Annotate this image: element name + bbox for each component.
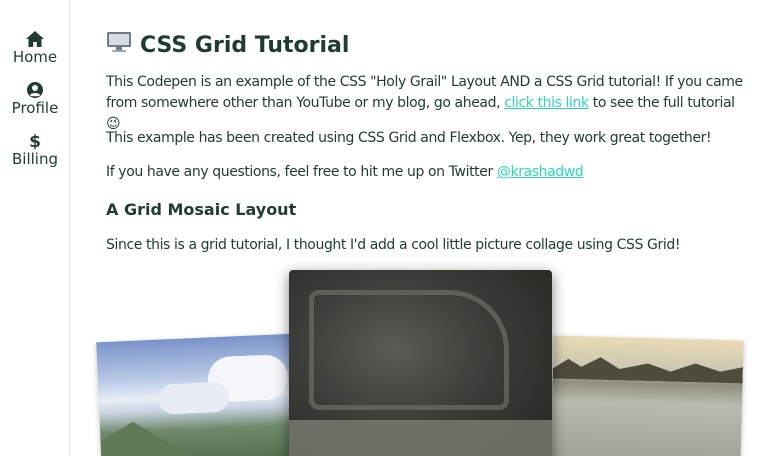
sidebar-item-label: Home (12, 48, 58, 66)
page-title: CSS Grid Tutorial (106, 30, 349, 60)
monitor-icon (106, 30, 132, 60)
twitter-text: If you have any questions, feel free to … (106, 164, 497, 180)
twitter-link[interactable]: @krashadwd (497, 164, 584, 180)
sidebar-item-label: Billing (12, 150, 58, 168)
field-photo (550, 335, 744, 456)
sidebar-item-billing[interactable]: $ Billing (0, 132, 70, 168)
sidebar: Home Profile $ Billing (0, 0, 70, 456)
twitter-paragraph: If you have any questions, feel free to … (106, 162, 746, 183)
sidebar-item-home[interactable]: Home (0, 30, 70, 66)
dollar-icon: $ (29, 132, 41, 150)
intro-paragraph: This Codepen is an example of the CSS "H… (106, 72, 746, 135)
sidebar-item-label: Profile (11, 99, 59, 117)
section-heading: A Grid Mosaic Layout (106, 200, 297, 219)
mountain-photo (96, 333, 298, 456)
svg-text:$: $ (29, 132, 41, 150)
car-photo (289, 270, 552, 456)
section-paragraph: Since this is a grid tutorial, I thought… (106, 237, 681, 253)
tutorial-link[interactable]: click this link (504, 95, 589, 111)
user-circle-icon (27, 82, 43, 98)
home-icon (26, 31, 44, 47)
sidebar-item-profile[interactable]: Profile (0, 81, 70, 117)
page-title-text: CSS Grid Tutorial (140, 32, 350, 58)
flexbox-paragraph: This example has been created using CSS … (106, 130, 712, 146)
